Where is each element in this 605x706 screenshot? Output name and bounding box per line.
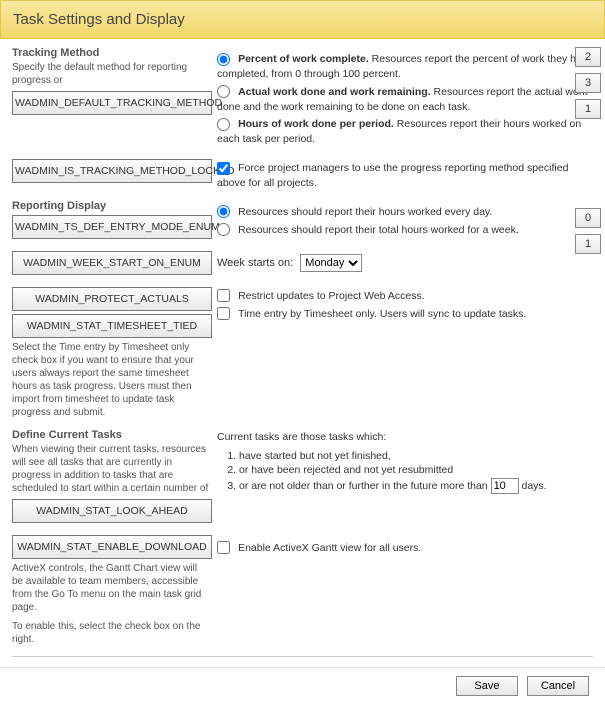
reporting-radio-daily[interactable] bbox=[217, 205, 230, 218]
force-pm-option[interactable]: Force project managers to use the progre… bbox=[217, 161, 593, 191]
enable-gantt-checkbox[interactable] bbox=[217, 541, 230, 554]
gantt-desc-1: ActiveX controls, the Gantt Chart view w… bbox=[12, 562, 209, 614]
current-li-3: or are not older than or further in the … bbox=[239, 478, 593, 494]
footer: Save Cancel bbox=[0, 667, 605, 706]
tracking-radio-hours[interactable] bbox=[217, 118, 230, 131]
current-li-1: have started but not yet finished, bbox=[239, 449, 593, 464]
restrict-checkbox[interactable] bbox=[217, 289, 230, 302]
reporting-opt-weekly[interactable]: Resources should report their total hour… bbox=[217, 223, 593, 238]
tied-option[interactable]: Time entry by Timesheet only. Users will… bbox=[217, 307, 593, 322]
wadmin-timesheet-tied-button[interactable]: WADMIN_STAT_TIMESHEET_TIED bbox=[12, 314, 212, 338]
current-tasks-row: Define Current Tasks When viewing their … bbox=[12, 429, 593, 526]
tracking-radio-percent[interactable] bbox=[217, 53, 230, 66]
enable-gantt-option[interactable]: Enable ActiveX Gantt view for all users. bbox=[217, 541, 593, 556]
reporting-radio-weekly[interactable] bbox=[217, 223, 230, 236]
reporting-opt-daily[interactable]: Resources should report their hours work… bbox=[217, 205, 593, 220]
cancel-button[interactable]: Cancel bbox=[527, 676, 589, 696]
current-title: Define Current Tasks bbox=[12, 429, 209, 441]
wadmin-default-tracking-method-button[interactable]: WADMIN_DEFAULT_TRACKING_METHOD bbox=[12, 91, 212, 115]
tracking-locked-row: WADMIN_IS_TRACKING_METHOD_LOCKED Force p… bbox=[12, 156, 593, 194]
week-start-select[interactable]: Monday bbox=[300, 254, 362, 272]
look-ahead-days-input[interactable] bbox=[491, 478, 519, 494]
tracking-radio-actual[interactable] bbox=[217, 85, 230, 98]
tracking-row: Tracking Method Specify the default meth… bbox=[12, 47, 593, 150]
reporting-badge-1[interactable]: 0 bbox=[575, 208, 601, 228]
tied-desc: Select the Time entry by Timesheet only … bbox=[12, 341, 209, 419]
restrict-option[interactable]: Restrict updates to Project Web Access. bbox=[217, 289, 593, 304]
reporting-row: Reporting Display WADMIN_TS_DEF_ENTRY_MO… bbox=[12, 200, 593, 242]
reporting-title: Reporting Display bbox=[12, 200, 209, 212]
wadmin-week-start-button[interactable]: WADMIN_WEEK_START_ON_ENUM bbox=[12, 251, 212, 275]
current-desc: When viewing their current tasks, resour… bbox=[12, 443, 209, 495]
tied-checkbox[interactable] bbox=[217, 307, 230, 320]
save-button[interactable]: Save bbox=[456, 676, 518, 696]
gantt-desc-2: To enable this, select the check box on … bbox=[12, 620, 209, 646]
wadmin-enable-download-button[interactable]: WADMIN_STAT_ENABLE_DOWNLOAD bbox=[12, 535, 212, 559]
wadmin-entry-mode-button[interactable]: WADMIN_TS_DEF_ENTRY_MODE_ENUM bbox=[12, 215, 212, 239]
current-lead: Current tasks are those tasks which: bbox=[217, 431, 593, 443]
current-li-2: or have been rejected and not yet resubm… bbox=[239, 463, 593, 478]
protect-tied-row: WADMIN_PROTECT_ACTUALS WADMIN_STAT_TIMES… bbox=[12, 284, 593, 423]
week-start-label: Week starts on: bbox=[217, 257, 293, 269]
tracking-opt-actual[interactable]: Actual work done and work remaining. Res… bbox=[217, 85, 593, 115]
tracking-opt-hours[interactable]: Hours of work done per period. Resources… bbox=[217, 117, 593, 147]
page-header: Task Settings and Display bbox=[0, 0, 605, 39]
page-title: Task Settings and Display bbox=[13, 11, 185, 28]
current-list: have started but not yet finished, or ha… bbox=[239, 449, 593, 494]
wadmin-protect-actuals-button[interactable]: WADMIN_PROTECT_ACTUALS bbox=[12, 287, 212, 311]
tracking-badge-1[interactable]: 2 bbox=[575, 47, 601, 67]
wadmin-tracking-locked-button[interactable]: WADMIN_IS_TRACKING_METHOD_LOCKED bbox=[12, 159, 212, 183]
tracking-desc: Specify the default method for reporting… bbox=[12, 61, 209, 87]
wadmin-look-ahead-button[interactable]: WADMIN_STAT_LOOK_AHEAD bbox=[12, 499, 212, 523]
tracking-opt-percent[interactable]: Percent of work complete. Resources repo… bbox=[217, 52, 593, 82]
tracking-title: Tracking Method bbox=[12, 47, 209, 59]
gantt-row: WADMIN_STAT_ENABLE_DOWNLOAD ActiveX cont… bbox=[12, 532, 593, 650]
tracking-badge-3[interactable]: 1 bbox=[575, 99, 601, 119]
tracking-badge-2[interactable]: 3 bbox=[575, 73, 601, 93]
force-pm-checkbox[interactable] bbox=[217, 162, 230, 175]
separator bbox=[12, 656, 593, 657]
week-start-row: WADMIN_WEEK_START_ON_ENUM Week starts on… bbox=[12, 248, 593, 278]
